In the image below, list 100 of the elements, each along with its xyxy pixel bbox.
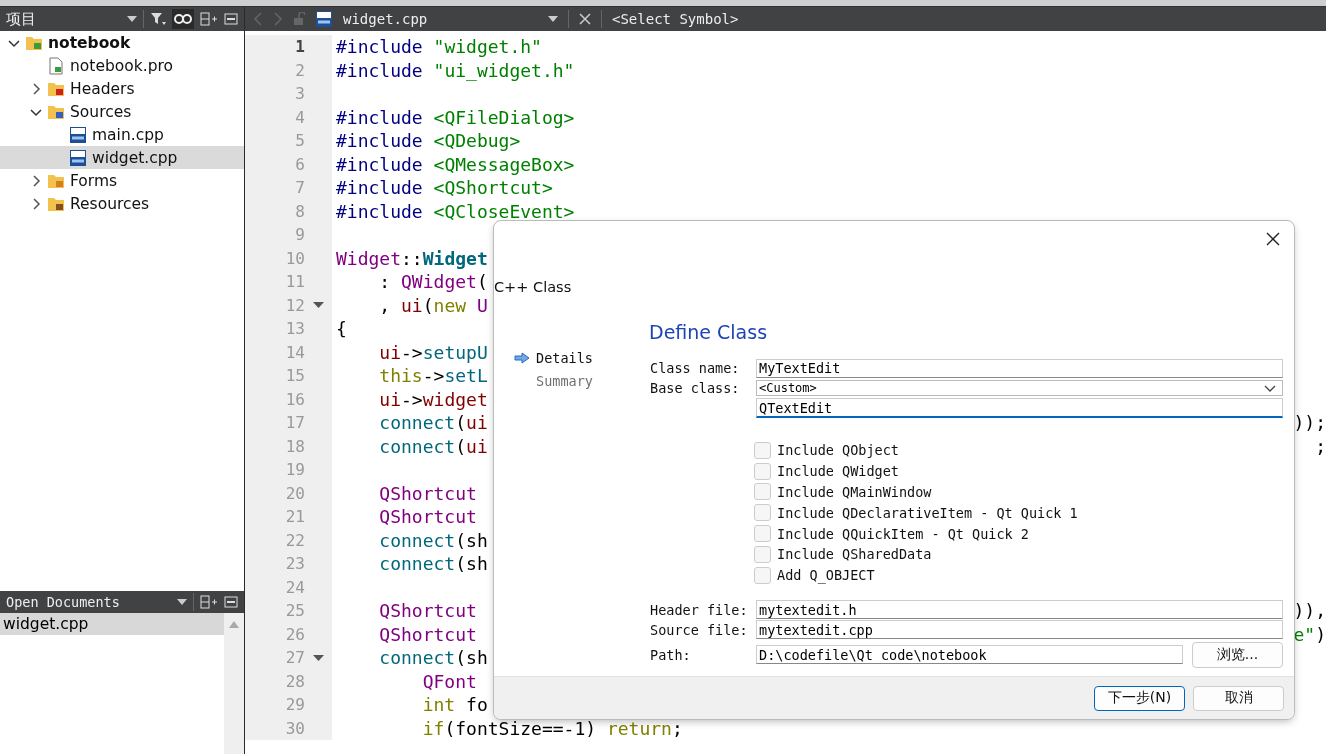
line-number: 4 bbox=[294, 107, 305, 127]
input-field[interactable]: D:\codefile\Qt code\notebook bbox=[756, 645, 1183, 665]
cancel-button[interactable]: 取消 bbox=[1193, 685, 1284, 711]
combo-box[interactable]: <Custom> bbox=[756, 380, 1283, 396]
code-line: QShortcut bbox=[378, 506, 477, 528]
dropdown-caret-icon[interactable] bbox=[548, 16, 558, 22]
tree-item[interactable]: Sources bbox=[0, 100, 244, 123]
code-line: connect(sh bbox=[378, 553, 488, 575]
line-number: 23 bbox=[284, 554, 305, 574]
file-icon bbox=[69, 148, 87, 167]
line-number: 24 bbox=[284, 577, 305, 597]
code-line: #include "ui_widget.h" bbox=[336, 59, 575, 81]
tree-item[interactable]: Forms bbox=[0, 169, 244, 192]
code-line: #include <QFileDialog> bbox=[336, 106, 575, 128]
input-field[interactable]: MyTextEdit bbox=[756, 358, 1283, 378]
line-number: 17 bbox=[284, 413, 305, 433]
line-number: 26 bbox=[284, 624, 305, 644]
code-line: connect(sh bbox=[378, 647, 488, 669]
checkbox[interactable] bbox=[754, 566, 771, 584]
code-line: #include <QCloseEvent> bbox=[336, 200, 575, 222]
checkbox-label: Add Q_OBJECT bbox=[777, 567, 875, 584]
code-line: )), bbox=[1293, 600, 1326, 622]
line-number: 21 bbox=[284, 507, 305, 527]
tree-item[interactable]: notebook bbox=[0, 31, 244, 54]
line-number: 10 bbox=[284, 248, 305, 268]
checkbox[interactable] bbox=[754, 441, 771, 459]
close-pane-icon[interactable] bbox=[224, 13, 238, 25]
tree-item[interactable]: Resources bbox=[0, 192, 244, 215]
line-number: 16 bbox=[284, 389, 305, 409]
input-field[interactable]: mytextedit.h bbox=[756, 600, 1283, 620]
code-line: connect(sh bbox=[378, 529, 488, 551]
file-icon bbox=[69, 125, 87, 144]
code-line: connect(ui bbox=[378, 412, 488, 434]
checkbox-label: Include QObject bbox=[777, 442, 899, 459]
document-icon bbox=[47, 56, 65, 75]
line-number: 22 bbox=[284, 530, 305, 550]
line-number: 2 bbox=[294, 60, 305, 80]
line-number: 14 bbox=[284, 342, 305, 362]
panel-title: Open Documents bbox=[6, 594, 121, 610]
code-line: QShortcut bbox=[378, 600, 477, 622]
line-number: 1 bbox=[294, 37, 305, 57]
checkbox[interactable] bbox=[754, 545, 771, 563]
line-number: 28 bbox=[284, 671, 305, 691]
code-line: , ui(new U bbox=[378, 294, 488, 316]
field-label: Path: bbox=[649, 646, 692, 663]
checkbox[interactable] bbox=[754, 504, 771, 522]
checkbox-label: Include QSharedData bbox=[777, 546, 932, 563]
browse-button[interactable]: 浏览... bbox=[1192, 641, 1283, 668]
code-line: QShortcut bbox=[378, 623, 477, 645]
code-line: #include <QMessageBox> bbox=[336, 153, 575, 175]
code-line: #include "widget.h" bbox=[336, 36, 542, 58]
code-line: Widget::Widget bbox=[336, 247, 488, 269]
line-number: 19 bbox=[284, 460, 305, 480]
line-number: 6 bbox=[294, 154, 305, 174]
code-line: : QWidget( bbox=[378, 271, 488, 293]
tree-item[interactable]: main.cpp bbox=[0, 123, 244, 146]
checkbox-label: Include QDeclarativeItem - Qt Quick 1 bbox=[777, 504, 1078, 521]
code-line: #include <QShortcut> bbox=[336, 177, 553, 199]
line-number: 8 bbox=[294, 201, 305, 221]
code-line: ui->widget bbox=[378, 388, 488, 410]
close-pane-icon[interactable] bbox=[224, 596, 238, 608]
fold-marker-icon[interactable] bbox=[313, 654, 324, 661]
dropdown-caret-icon[interactable] bbox=[127, 16, 137, 22]
symbol-selector[interactable]: <Select Symbol> bbox=[612, 11, 739, 27]
input-field[interactable]: mytextedit.cpp bbox=[756, 620, 1283, 640]
close-icon[interactable] bbox=[1266, 232, 1280, 246]
tree-item[interactable]: notebook.pro bbox=[0, 54, 244, 77]
line-number: 5 bbox=[294, 131, 305, 151]
lock-icon bbox=[293, 12, 305, 26]
link-icon[interactable] bbox=[172, 9, 194, 29]
split-icon[interactable] bbox=[200, 595, 218, 609]
file-icon bbox=[315, 10, 333, 28]
code-line: { bbox=[336, 318, 347, 340]
checkbox[interactable] bbox=[754, 525, 771, 543]
code-line: ; bbox=[1315, 435, 1326, 457]
scrollbar[interactable] bbox=[224, 613, 244, 754]
page-heading: Define Class bbox=[648, 321, 769, 343]
line-number: 27 bbox=[284, 648, 305, 668]
tree-item[interactable]: Headers bbox=[0, 77, 244, 100]
line-number: 15 bbox=[284, 366, 305, 386]
arrow-icon bbox=[514, 351, 530, 364]
document-item[interactable]: widget.cpp bbox=[0, 613, 224, 635]
line-number: 7 bbox=[294, 178, 305, 198]
code-line: )); bbox=[1293, 412, 1326, 434]
code-line: QShortcut bbox=[378, 482, 477, 504]
fold-marker-icon[interactable] bbox=[313, 302, 324, 309]
tree-item[interactable]: widget.cpp bbox=[0, 146, 244, 169]
code-line: ui->setupU bbox=[378, 341, 488, 363]
code-line: connect(ui bbox=[378, 435, 488, 457]
dropdown-caret-icon[interactable] bbox=[177, 599, 187, 605]
split-icon[interactable] bbox=[200, 12, 218, 26]
file-selector[interactable]: widget.cpp bbox=[343, 11, 538, 27]
line-number: 25 bbox=[284, 601, 305, 621]
input-field[interactable]: QTextEdit bbox=[756, 398, 1283, 418]
field-label: Class name: bbox=[649, 360, 741, 376]
next-button[interactable]: 下一步(N) bbox=[1094, 685, 1185, 711]
checkbox[interactable] bbox=[754, 483, 771, 501]
checkbox[interactable] bbox=[754, 462, 771, 480]
line-number: 30 bbox=[284, 718, 305, 738]
filter-icon[interactable] bbox=[150, 12, 166, 26]
